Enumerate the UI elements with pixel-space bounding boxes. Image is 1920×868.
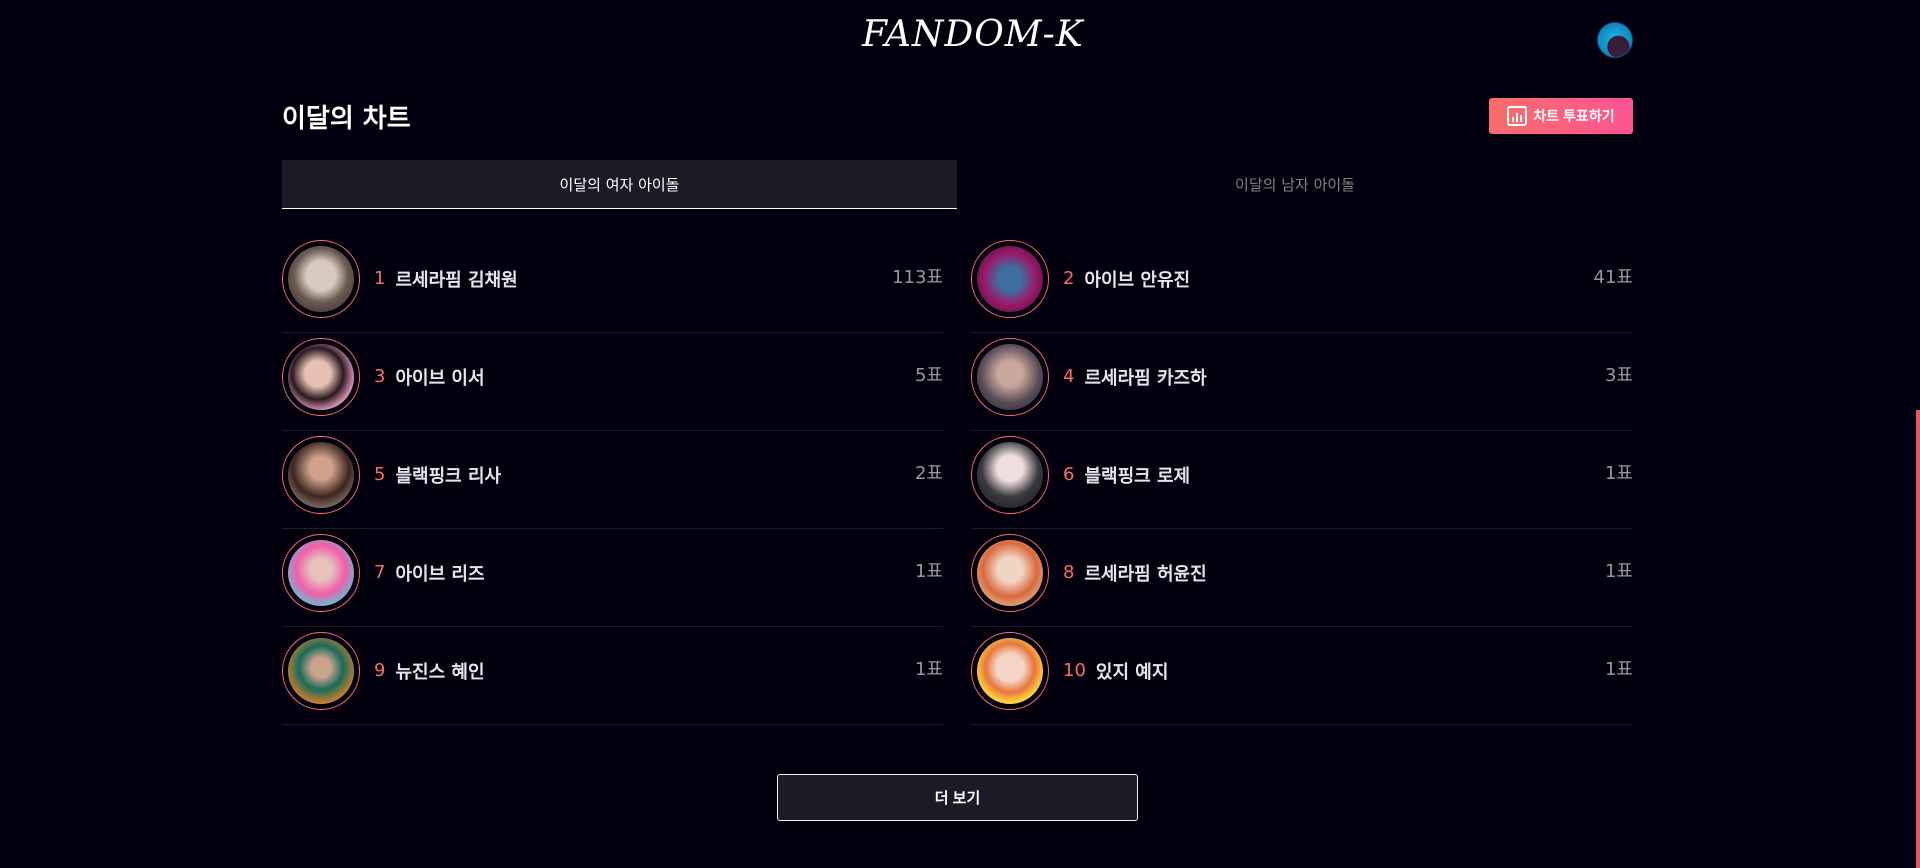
logo[interactable]: FANDOM-K xyxy=(862,14,1083,64)
tab-female-idols[interactable]: 이달의 여자 아이돌 xyxy=(282,160,957,209)
page: FANDOM-K 이달의 차트 차트 투표하기 이달의 여자 아이돌 이달의 남… xyxy=(0,0,1920,868)
idol-name: 아이브 이서 xyxy=(395,367,485,389)
idol-name: 르세라핌 카즈하 xyxy=(1084,367,1207,389)
vote-count: 2표 xyxy=(914,463,943,484)
list-item[interactable]: 2 아이브 안유진 41표 xyxy=(971,235,1633,333)
vote-count: 1표 xyxy=(1604,659,1633,680)
idol-name: 르세라핌 김채원 xyxy=(395,269,518,291)
scrollbar[interactable] xyxy=(1916,0,1920,868)
bar-chart-icon xyxy=(1507,106,1528,126)
rank-number: 8 xyxy=(1063,562,1075,583)
idol-name: 뉴진스 혜인 xyxy=(395,661,485,683)
list-item[interactable]: 10 있지 예지 1표 xyxy=(971,627,1633,725)
list-item[interactable]: 3 아이브 이서 5표 xyxy=(282,333,943,431)
rank-number: 10 xyxy=(1063,660,1086,681)
rank-number: 1 xyxy=(374,268,386,289)
rank-number: 6 xyxy=(1063,464,1075,485)
vote-count: 1표 xyxy=(1604,561,1633,582)
idol-photo xyxy=(971,435,1049,514)
profile-avatar-icon[interactable] xyxy=(1597,22,1633,58)
idol-name: 블랙핑크 리사 xyxy=(395,465,502,487)
idol-photo xyxy=(971,631,1049,710)
vote-count: 1표 xyxy=(914,561,943,582)
vote-count: 1표 xyxy=(914,659,943,680)
vote-count: 113표 xyxy=(892,267,943,288)
list-item[interactable]: 1 르세라핌 김채원 113표 xyxy=(282,235,943,333)
idol-photo xyxy=(282,337,360,416)
ranking-list-left: 1 르세라핌 김채원 113표 3 아이브 이서 5표 5 블랙핑크 리사 2표… xyxy=(282,235,943,725)
list-item[interactable]: 9 뉴진스 혜인 1표 xyxy=(282,627,943,725)
idol-name: 블랙핑크 로제 xyxy=(1084,465,1191,487)
vote-count: 3표 xyxy=(1604,365,1633,386)
idol-photo xyxy=(282,631,360,710)
idol-photo xyxy=(971,337,1049,416)
idol-photo xyxy=(971,239,1049,318)
idol-photo xyxy=(971,533,1049,612)
rank-number: 4 xyxy=(1063,366,1075,387)
list-item[interactable]: 4 르세라핌 카즈하 3표 xyxy=(971,333,1633,431)
header: FANDOM-K xyxy=(0,0,1920,80)
rank-number: 9 xyxy=(374,660,386,681)
gender-tabs: 이달의 여자 아이돌 이달의 남자 아이돌 xyxy=(282,160,1633,210)
rank-number: 5 xyxy=(374,464,386,485)
list-item[interactable]: 7 아이브 리즈 1표 xyxy=(282,529,943,627)
scrollbar-thumb[interactable] xyxy=(1916,410,1920,868)
idol-name: 아이브 리즈 xyxy=(395,563,485,585)
vote-chart-button[interactable]: 차트 투표하기 xyxy=(1489,98,1633,134)
idol-name: 아이브 안유진 xyxy=(1084,269,1191,291)
vote-count: 5표 xyxy=(914,365,943,386)
ranking-list-right: 2 아이브 안유진 41표 4 르세라핌 카즈하 3표 6 블랙핑크 로제 1표… xyxy=(971,235,1633,725)
tab-male-idols[interactable]: 이달의 남자 아이돌 xyxy=(957,160,1633,209)
rank-number: 7 xyxy=(374,562,386,583)
vote-chart-button-label: 차트 투표하기 xyxy=(1533,108,1615,124)
more-button[interactable]: 더 보기 xyxy=(777,774,1138,821)
rank-number: 3 xyxy=(374,366,386,387)
idol-name: 있지 예지 xyxy=(1095,661,1169,683)
list-item[interactable]: 6 블랙핑크 로제 1표 xyxy=(971,431,1633,529)
list-item[interactable]: 8 르세라핌 허윤진 1표 xyxy=(971,529,1633,627)
idol-photo xyxy=(282,239,360,318)
idol-photo xyxy=(282,533,360,612)
list-item[interactable]: 5 블랙핑크 리사 2표 xyxy=(282,431,943,529)
idol-photo xyxy=(282,435,360,514)
page-title: 이달의 차트 xyxy=(282,104,411,134)
vote-count: 1표 xyxy=(1604,463,1633,484)
idol-name: 르세라핌 허윤진 xyxy=(1084,563,1207,585)
rank-number: 2 xyxy=(1063,268,1075,289)
vote-count: 41표 xyxy=(1593,267,1633,288)
